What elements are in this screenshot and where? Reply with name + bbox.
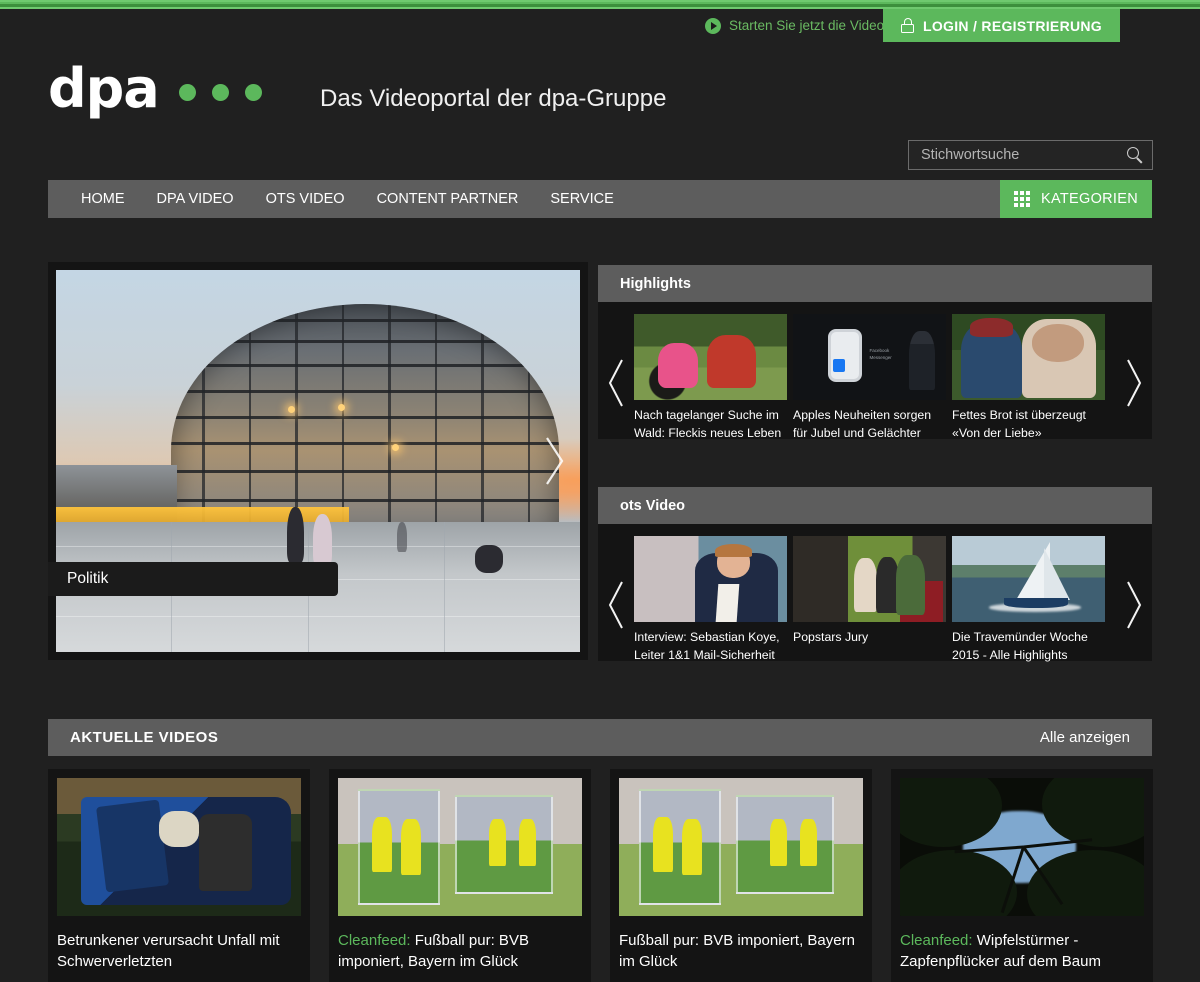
videotour-link[interactable]: Starten Sie jetzt die Videotour: [705, 9, 907, 42]
highlights-panel: Highlights Nach tagelanger Suche im Wald…: [598, 265, 1152, 440]
aktuelle-videos-title: AKTUELLE VIDEOS: [70, 729, 219, 746]
highlights-next-arrow[interactable]: [1116, 314, 1152, 451]
video-card-2-tag: Cleanfeed:: [338, 932, 415, 949]
highlights-panel-title: Highlights: [598, 265, 1152, 302]
dot-3: [244, 83, 262, 101]
nav-item-home[interactable]: HOME: [65, 180, 141, 218]
hero-figure-3: [475, 545, 504, 574]
ots-next-arrow[interactable]: [1116, 536, 1152, 673]
nav-item-ots-video[interactable]: OTS VIDEO: [250, 180, 361, 218]
main-navigation: HOME DPA VIDEO OTS VIDEO CONTENT PARTNER…: [48, 180, 1152, 218]
highlights-card-3[interactable]: Fettes Brot ist überzeugt «Von der Liebe…: [952, 314, 1105, 443]
dot-1: [178, 83, 196, 101]
thumbnail-sailing: [952, 536, 1105, 622]
video-card-3-title: Fußball pur: BVB imponiert, Bayern im Gl…: [619, 930, 863, 973]
video-card-4-tag: Cleanfeed:: [900, 932, 977, 949]
ots-video-panel: ots Video Interview: Sebastian Koye, Lei…: [598, 487, 1152, 662]
login-label: LOGIN / REGISTRIERUNG: [923, 17, 1102, 34]
thumbnail-football-referees-1: [338, 778, 582, 916]
thumbnail-car-crash: [57, 778, 301, 916]
highlights-prev-arrow[interactable]: [598, 314, 634, 451]
thumbnail-apple-watch: Facebook Messenger: [793, 314, 946, 400]
reichstag-dome: [171, 304, 560, 542]
videotour-label: Starten Sie jetzt die Videotour: [729, 18, 908, 33]
grid-icon: [1014, 191, 1030, 207]
dpa-wordmark: dpa: [48, 57, 160, 120]
thumbnail-treetops: [900, 778, 1144, 916]
hero-player[interactable]: Politik: [48, 262, 588, 660]
nav-item-content-partner[interactable]: CONTENT PARTNER: [361, 180, 535, 218]
dot-2: [211, 83, 229, 101]
nav-link-list: HOME DPA VIDEO OTS VIDEO CONTENT PARTNER…: [48, 180, 630, 218]
site-tagline: Das Videoportal der dpa-Gruppe: [320, 85, 667, 112]
thumbnail-dog-family: [634, 314, 787, 400]
hero-figure-2: [312, 514, 332, 567]
nav-item-dpa-video[interactable]: DPA VIDEO: [141, 180, 250, 218]
lock-icon: [901, 18, 915, 33]
top-accent-inner-line: [0, 4, 1200, 7]
video-card-3[interactable]: Fußball pur: BVB imponiert, Bayern im Gl…: [610, 769, 872, 982]
aktuelle-videos-header: AKTUELLE VIDEOS Alle anzeigen: [48, 719, 1152, 756]
search-input[interactable]: [921, 147, 1127, 163]
video-card-2[interactable]: Cleanfeed: Fußball pur: BVB imponiert, B…: [329, 769, 591, 982]
ots-card-3[interactable]: Die Travemünder Woche 2015 - Alle Highli…: [952, 536, 1105, 665]
highlights-carousel: Nach tagelanger Suche im Wald: Fleckis n…: [598, 302, 1152, 440]
video-card-1-text: Betrunkener verursacht Unfall mit Schwer…: [57, 932, 280, 971]
hero-figure-4: [396, 522, 407, 553]
thumbnail-popstars-jury: [793, 536, 946, 622]
video-card-4[interactable]: Cleanfeed: Wipfelstürmer - Zapfenpflücke…: [891, 769, 1153, 982]
video-card-1-title: Betrunkener verursacht Unfall mit Schwer…: [57, 930, 301, 973]
hero-next-arrow[interactable]: [544, 435, 566, 487]
ots-card-list: Interview: Sebastian Koye, Leiter 1&1 Ma…: [634, 536, 1116, 665]
highlights-card-1[interactable]: Nach tagelanger Suche im Wald: Fleckis n…: [634, 314, 787, 443]
ots-card-1-title: Interview: Sebastian Koye, Leiter 1&1 Ma…: [634, 630, 780, 662]
search-box[interactable]: [908, 140, 1153, 170]
nav-item-service[interactable]: SERVICE: [534, 180, 629, 218]
ots-prev-arrow[interactable]: [598, 536, 634, 673]
thumbnail-football-referees-2: [619, 778, 863, 916]
aktuelle-videos-grid: Betrunkener verursacht Unfall mit Schwer…: [48, 769, 1153, 982]
ots-card-2-title: Popstars Jury: [793, 630, 869, 644]
highlights-card-2[interactable]: Facebook Messenger Apples Neuheiten sorge…: [793, 314, 946, 443]
video-card-1[interactable]: Betrunkener verursacht Unfall mit Schwer…: [48, 769, 310, 982]
dpa-dots: [178, 83, 262, 101]
top-accent-bar: [0, 0, 1200, 9]
thumbnail-fettes-brot: [952, 314, 1105, 400]
brand-logo[interactable]: dpa: [48, 62, 262, 116]
ots-card-2[interactable]: Popstars Jury: [793, 536, 946, 665]
categories-button[interactable]: KATEGORIEN: [1000, 180, 1152, 218]
video-card-2-title: Cleanfeed: Fußball pur: BVB imponiert, B…: [338, 930, 582, 973]
utility-bar: Starten Sie jetzt die Videotour LOGIN / …: [0, 9, 1200, 42]
thumbnail-interview: [634, 536, 787, 622]
highlights-card-2-title: Apples Neuheiten sorgen für Jubel und Ge…: [793, 408, 932, 440]
search-icon[interactable]: [1127, 146, 1144, 164]
highlights-card-list: Nach tagelanger Suche im Wald: Fleckis n…: [634, 314, 1116, 443]
hero-category-label: Politik: [48, 562, 338, 596]
video-card-3-text: Fußball pur: BVB imponiert, Bayern im Gl…: [619, 932, 855, 971]
ots-card-1[interactable]: Interview: Sebastian Koye, Leiter 1&1 Ma…: [634, 536, 787, 665]
highlights-card-3-title: Fettes Brot ist überzeugt «Von der Liebe…: [952, 408, 1086, 440]
ots-video-panel-title: ots Video: [598, 487, 1152, 524]
login-register-button[interactable]: LOGIN / REGISTRIERUNG: [883, 9, 1120, 42]
ots-video-carousel: Interview: Sebastian Koye, Leiter 1&1 Ma…: [598, 524, 1152, 662]
categories-label: KATEGORIEN: [1041, 191, 1138, 207]
highlights-card-1-title: Nach tagelanger Suche im Wald: Fleckis n…: [634, 408, 782, 440]
video-card-4-title: Cleanfeed: Wipfelstürmer - Zapfenpflücke…: [900, 930, 1144, 973]
hero-figure-1: [286, 506, 304, 563]
ots-card-3-title: Die Travemünder Woche 2015 - Alle Highli…: [952, 630, 1088, 662]
play-icon: [705, 17, 721, 34]
show-all-link[interactable]: Alle anzeigen: [1040, 729, 1130, 746]
